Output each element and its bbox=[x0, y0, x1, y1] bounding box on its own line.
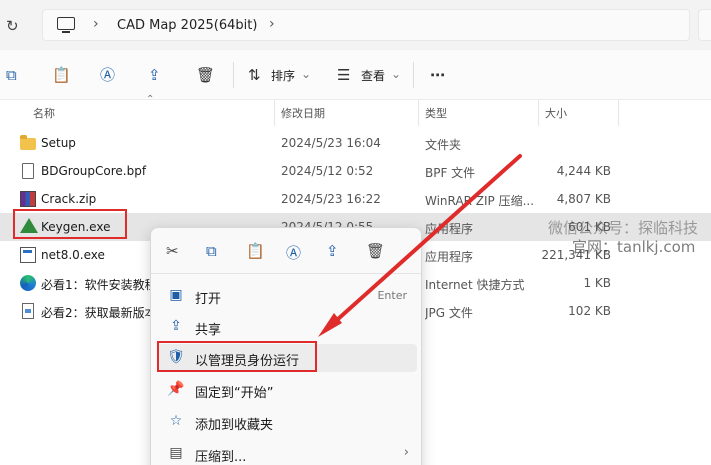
annotation-arrow bbox=[318, 154, 522, 337]
